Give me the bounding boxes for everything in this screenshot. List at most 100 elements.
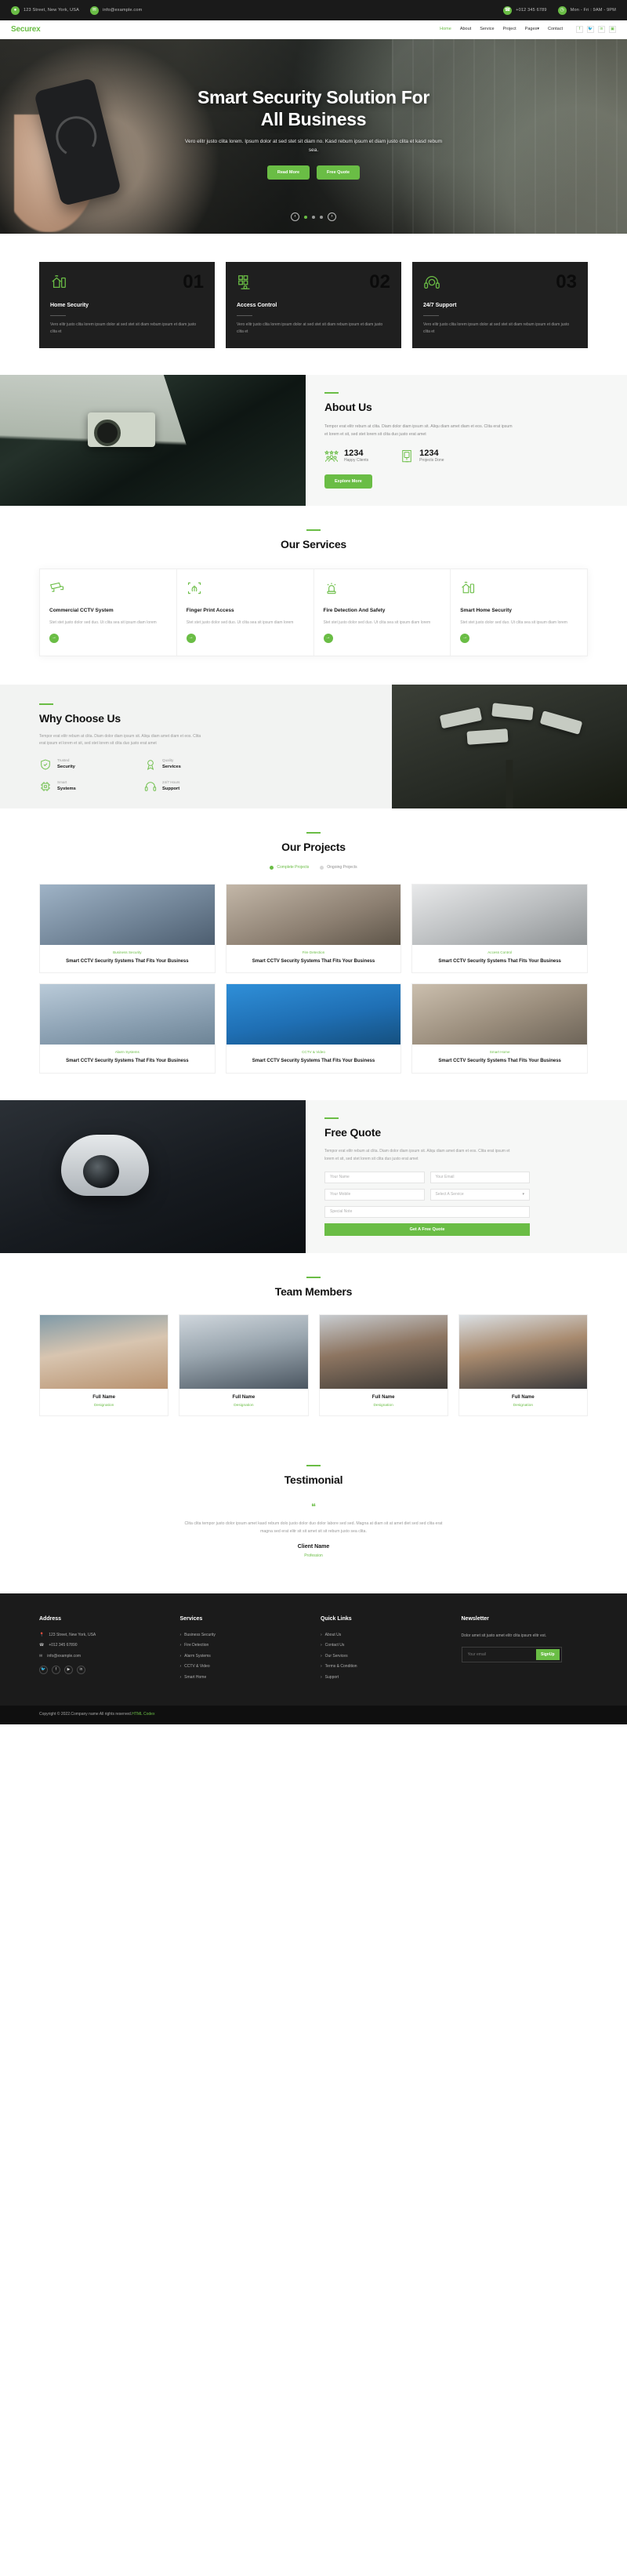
arrow-right-icon[interactable]: → [323, 633, 333, 643]
nav-item-service[interactable]: Service [480, 26, 494, 32]
why-paragraph: Tempor erat elitr rebum at clita. Diam d… [39, 733, 201, 747]
credit-link[interactable]: HTML Codex [132, 1712, 154, 1717]
footer-link-smart-home[interactable]: › Smart Home [180, 1675, 307, 1681]
footer-link-about-us[interactable]: › About Us [321, 1633, 448, 1639]
envelope-icon: ✉ [90, 5, 100, 15]
feature-card-access-control[interactable]: 02 Access Control Vero elitr justo clita… [226, 262, 401, 348]
team-member-body: Full Name Designation [179, 1389, 307, 1415]
carousel-prev-icon[interactable]: ‹ [291, 213, 299, 221]
team-member-role: Designation [373, 1404, 393, 1408]
footer-link-fire-detection[interactable]: › Fire Detection [180, 1643, 307, 1649]
smart-home-icon [462, 581, 475, 594]
feature-card-support[interactable]: 03 24/7 Support Vero elitr justo clita l… [412, 262, 588, 348]
select-service-dropdown[interactable]: Select A Service [429, 1189, 530, 1201]
divider [237, 314, 252, 316]
service-card-finger-print[interactable]: Finger Print Access Stet stet justo dolo… [177, 569, 314, 656]
nav-item-home[interactable]: Home [440, 26, 451, 32]
newsletter-email-input[interactable] [463, 1652, 536, 1658]
feature-title: 24/7 Support [423, 303, 457, 308]
main-navbar: Securex Home About Service Project Pages… [0, 20, 627, 39]
tab-complete-projects[interactable]: Complete Projects [270, 865, 309, 871]
footer-link-alarm-systems[interactable]: › Alarm Systems [180, 1654, 307, 1660]
nav-item-contact[interactable]: Contact [548, 26, 563, 32]
footer-link-business-security[interactable]: › Business Security [180, 1633, 307, 1639]
camera-cluster-3 [539, 710, 583, 735]
project-card[interactable]: CCTV & Video Smart CCTV Security Systems… [225, 983, 402, 1074]
carousel-dot-3[interactable] [320, 215, 323, 219]
hero-carousel-controls: ‹ › [0, 213, 627, 221]
site-logo[interactable]: Securex [11, 24, 41, 35]
free-quote-button[interactable]: Free Quote [317, 165, 361, 180]
project-card[interactable]: Fire Detection Smart CCTV Security Syste… [225, 883, 402, 974]
your-mobile-input[interactable]: Your Mobile [324, 1189, 425, 1201]
footer-link-contact-us[interactable]: › Contact Us [321, 1643, 448, 1649]
newsletter-signup-button[interactable]: SignUp [536, 1649, 560, 1661]
service-card-fire-detection[interactable]: Fire Detection And Safety Stet stet just… [314, 569, 451, 656]
nav-item-pages[interactable]: Pages▾ [525, 26, 539, 32]
project-card[interactable]: Business Security Smart CCTV Security Sy… [39, 883, 216, 974]
feature-card-home-security[interactable]: 01 Home Security Vero elitr justo clita … [39, 262, 215, 348]
linkedin-icon[interactable]: in [77, 1666, 85, 1675]
footer-email-row[interactable]: ✉ info@example.com [39, 1654, 166, 1660]
footer-link-support[interactable]: › Support [321, 1675, 448, 1681]
arrow-right-icon[interactable]: → [460, 633, 470, 643]
footer-newsletter-column: Newsletter Dolor amet sit justo amet eli… [461, 1615, 589, 1685]
footer-link-our-services[interactable]: › Our Services [321, 1654, 448, 1660]
footer-link-label: Our Services [324, 1653, 348, 1659]
stat-value: 1234 [344, 449, 364, 459]
topbar-phone[interactable]: ☎ +012 345 6789 [503, 5, 547, 15]
chevron-right-icon: › [179, 1653, 182, 1659]
your-name-input[interactable]: Your Name [324, 1172, 425, 1184]
instagram-icon[interactable]: ▣ [609, 26, 616, 33]
team-member-card[interactable]: Full Name Designation [318, 1314, 448, 1417]
facebook-icon[interactable]: f [52, 1666, 60, 1675]
footer-container: Address 📍 123 Street, New York, USA ☎ +012… [39, 1615, 588, 1685]
project-card[interactable]: Alarm Systems Smart CCTV Security System… [39, 983, 216, 1074]
team-member-card[interactable]: Full Name Designation [458, 1314, 588, 1417]
project-title: Smart CCTV Security Systems That Fits Yo… [438, 1059, 561, 1064]
twitter-icon[interactable]: 🐦 [587, 26, 594, 33]
nav-item-about[interactable]: About [460, 26, 471, 32]
footer-link-cctv-video[interactable]: › CCTV & Video [180, 1664, 307, 1670]
team-member-card[interactable]: Full Name Designation [39, 1314, 169, 1417]
topbar-hours-text: Mon - Fri : 9AM - 9PM [570, 7, 616, 13]
stat-label: Projects Done [419, 458, 444, 463]
facebook-icon[interactable]: f [576, 26, 583, 33]
why-item-trusted-security: Trusted Security [39, 758, 130, 771]
project-card[interactable]: Smart Home Smart CCTV Security Systems T… [411, 983, 588, 1074]
clock-icon: ◷ [557, 5, 567, 15]
youtube-icon[interactable]: ▶ [64, 1666, 73, 1675]
twitter-icon[interactable]: 🐦 [39, 1666, 48, 1675]
arrow-right-icon[interactable]: → [186, 633, 196, 643]
linkedin-icon[interactable]: in [598, 26, 605, 33]
footer-phone-row[interactable]: ☎ +012 345 67890 [39, 1643, 166, 1649]
about-image [0, 375, 306, 506]
carousel-dot-2[interactable] [312, 215, 315, 219]
project-category: CCTV & Video [302, 1050, 325, 1055]
nav-item-project[interactable]: Project [503, 26, 516, 32]
envelope-icon: ✉ [39, 1653, 43, 1659]
keypad-access-icon [238, 275, 250, 289]
footer-link-terms[interactable]: › Terms & Condition [321, 1664, 448, 1670]
get-free-quote-button[interactable]: Get A Free Quote [324, 1223, 530, 1237]
arrow-right-icon[interactable]: → [49, 633, 59, 643]
project-category: Business Security [113, 950, 142, 954]
special-note-input[interactable]: Special Note [324, 1206, 530, 1219]
service-title: Commercial CCTV System [49, 607, 114, 613]
copyright-container: Copyright © 2022.Company name All rights… [39, 1712, 588, 1718]
read-more-button[interactable]: Read More [266, 165, 310, 180]
project-thumbnail [412, 984, 587, 1045]
project-card[interactable]: Access Control Smart CCTV Security Syste… [411, 883, 588, 974]
feature-number: 03 [556, 271, 577, 292]
hero-title-line2: All Business [260, 109, 367, 130]
carousel-dot-1[interactable] [304, 215, 307, 219]
service-card-smart-home[interactable]: Smart Home Security Stet stet justo dolo… [451, 569, 587, 656]
your-email-input[interactable]: Your Email [429, 1172, 530, 1184]
service-card-commercial-cctv[interactable]: Commercial CCTV System Stet stet justo d… [40, 569, 177, 656]
carousel-next-icon[interactable]: › [328, 213, 336, 221]
team-member-card[interactable]: Full Name Designation [179, 1314, 309, 1417]
chevron-right-icon: › [179, 1632, 182, 1637]
tab-ongoing-projects[interactable]: Ongoing Projects [320, 865, 357, 871]
explore-more-button[interactable]: Explore More [324, 474, 372, 489]
topbar-email[interactable]: ✉ info@example.com [90, 5, 142, 15]
